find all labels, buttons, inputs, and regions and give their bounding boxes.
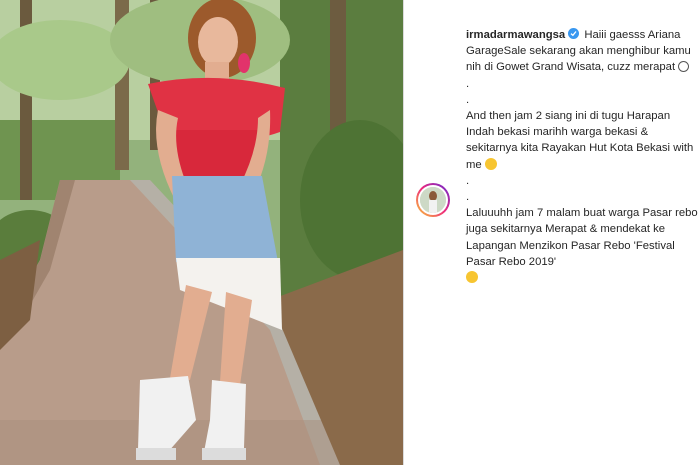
username-link[interactable]: irmadarmawangsa xyxy=(466,29,565,41)
smile-emoji-icon xyxy=(466,271,478,284)
photo-scene xyxy=(0,0,403,465)
caption-dot: . xyxy=(466,191,470,204)
verified-badge-icon xyxy=(568,28,580,39)
caption-text-2: And then jam 2 siang ini di tugu Harapan… xyxy=(466,110,694,171)
smile-emoji-icon xyxy=(678,61,690,73)
commenter-avatar[interactable] xyxy=(416,183,450,217)
caption-dot: . xyxy=(466,93,470,106)
caption-text-3: Laluuuhh jam 7 malam buat warga Pasar re… xyxy=(466,207,698,268)
wink-tongue-emoji-icon xyxy=(484,157,497,170)
post-caption: irmadarmawangsa Haiii gaesss Ariana Gara… xyxy=(466,27,698,286)
caption-dot: . xyxy=(466,174,470,187)
post-photo[interactable] xyxy=(0,0,403,465)
post-panel: irmadarmawangsa Haiii gaesss Ariana Gara… xyxy=(404,0,700,465)
avatar-image xyxy=(420,187,446,213)
caption-dot: . xyxy=(466,77,470,90)
